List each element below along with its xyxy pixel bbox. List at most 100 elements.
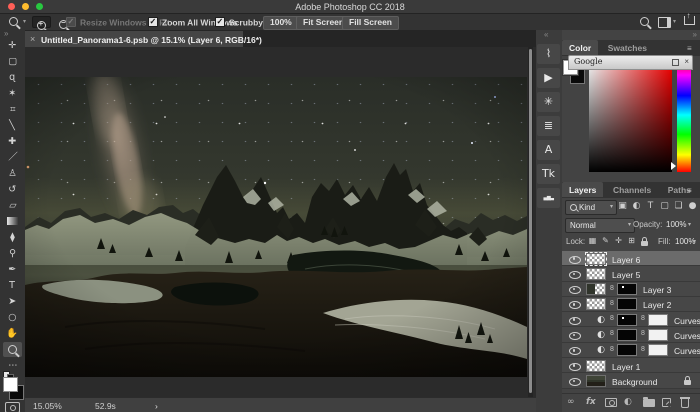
layer-mask-thumbnail[interactable]	[617, 283, 637, 295]
fill-screen-button[interactable]: Fill Screen	[342, 16, 399, 30]
lasso-tool-button[interactable]: ɋ	[3, 70, 22, 85]
layer-row[interactable]: 8 Layer 2	[562, 297, 700, 312]
layer-name[interactable]: Layer 3	[643, 285, 671, 295]
layer-mask-thumbnail[interactable]	[617, 298, 637, 310]
adjustment-layer-icon[interactable]: ◐	[596, 345, 606, 355]
tab-color[interactable]: Color	[562, 40, 598, 55]
eraser-tool-button[interactable]: ▱	[3, 198, 22, 213]
layer-mask-link-icon[interactable]: 8	[610, 315, 614, 322]
filter-adjustment-layers-icon[interactable]: ◐	[630, 200, 643, 213]
paragraph-panel-icon[interactable]: ≣	[537, 116, 560, 136]
filter-kind-select[interactable]: Kind▾	[565, 200, 617, 215]
layer-visibility-eye-icon[interactable]	[569, 301, 581, 309]
tab-layers[interactable]: Layers	[562, 182, 603, 197]
layer-row[interactable]: Layer 6	[562, 251, 700, 266]
lock-transparency-icon[interactable]: ▦	[587, 235, 598, 246]
layer-mask-link-icon[interactable]: 8	[641, 346, 645, 353]
layer-thumbnail[interactable]	[586, 253, 606, 265]
adjustment-layer-icon[interactable]: ◐	[624, 396, 632, 408]
zoom-100-button[interactable]: 100%	[263, 16, 299, 30]
layer-mask-thumbnail[interactable]	[617, 329, 637, 341]
tab-channels[interactable]: Channels	[606, 182, 658, 197]
layer-visibility-eye-icon[interactable]	[569, 347, 581, 355]
pen-tool-button[interactable]: ✒	[3, 262, 22, 277]
type-tool-button[interactable]: T	[3, 278, 22, 293]
floating-window[interactable]: Google ×	[568, 55, 693, 70]
layer-visibility-eye-icon[interactable]	[569, 378, 581, 386]
panel-collapse-chevron[interactable]: »	[693, 30, 697, 39]
canvas-image[interactable]	[25, 77, 527, 377]
zoom-tool-button[interactable]	[3, 342, 22, 357]
layer-thumbnail[interactable]	[586, 375, 606, 387]
layer-row[interactable]: ◐88Curves 2	[562, 327, 700, 342]
shape-tool-button[interactable]: ○	[3, 310, 22, 325]
filter-shape-layers-icon[interactable]: ▢	[658, 200, 671, 213]
layer-visibility-eye-icon[interactable]	[569, 286, 581, 294]
tab-swatches[interactable]: Swatches	[601, 40, 654, 55]
histogram-panel-icon[interactable]: ▄▆▃	[537, 188, 560, 208]
hand-tool-button[interactable]: ✋	[3, 326, 22, 341]
document-tab[interactable]: × Untitled_Panorama1-6.psb @ 15.1% (Laye…	[25, 31, 243, 47]
layer-row[interactable]: Background	[562, 373, 700, 388]
layer-thumbnail[interactable]	[586, 283, 606, 295]
actions-panel-icon[interactable]: ▶	[537, 68, 560, 88]
layer-mask-link-icon[interactable]: 8	[641, 315, 645, 322]
close-icon[interactable]: ×	[684, 57, 689, 66]
chevron-down-icon[interactable]: ▾	[673, 18, 676, 25]
layer-visibility-eye-icon[interactable]	[569, 256, 581, 264]
tab-close-icon[interactable]: ×	[30, 34, 35, 44]
filter-pixel-layers-icon[interactable]: ▣	[616, 200, 629, 213]
glyphs-panel-icon[interactable]: A	[537, 140, 560, 160]
layer-row[interactable]: Layer 5	[562, 266, 700, 281]
layer-thumbnail[interactable]	[586, 268, 606, 280]
adjustment-layer-icon[interactable]: ◐	[596, 330, 606, 340]
layer-mask-link-icon[interactable]: 8	[641, 330, 645, 337]
vertical-scrollbar[interactable]	[528, 47, 533, 397]
foreground-color-swatch[interactable]	[3, 377, 18, 392]
layer-mask-thumbnail[interactable]	[648, 344, 668, 356]
panel-menu-icon[interactable]: ≡	[687, 45, 696, 52]
layer-name[interactable]: Curves 1	[674, 346, 700, 356]
chevron-down-icon[interactable]: ▾	[688, 221, 691, 228]
toolbar-collapse-chevron[interactable]: »	[4, 29, 8, 38]
lock-pixels-icon[interactable]: ✎	[600, 235, 611, 246]
marquee-tool-button[interactable]: ▢	[3, 54, 22, 69]
crop-tool-button[interactable]: ⌗	[3, 102, 22, 117]
layer-name[interactable]: Layer 2	[643, 300, 671, 310]
link-layers-icon[interactable]: ∞	[567, 396, 575, 408]
zoom-tool-preset-icon[interactable]	[9, 17, 18, 26]
filter-smart-objects-icon[interactable]: ❏	[672, 200, 685, 213]
adjustment-layer-icon[interactable]: ◐	[596, 315, 606, 325]
layer-name[interactable]: Curves 2	[674, 331, 700, 341]
layer-thumbnail[interactable]	[586, 298, 606, 310]
hue-slider-pointer[interactable]	[671, 162, 676, 170]
dodge-tool-button[interactable]: ⚲	[3, 246, 22, 261]
adjustments-panel-icon[interactable]: ✳	[537, 92, 560, 112]
status-menu-chevron[interactable]: ›	[155, 401, 158, 411]
layer-name[interactable]: Layer 6	[612, 255, 640, 265]
new-group-icon[interactable]	[643, 399, 655, 407]
layer-style-fx-icon[interactable]: fx	[586, 396, 596, 408]
layer-visibility-eye-icon[interactable]	[569, 271, 581, 279]
maximize-icon[interactable]	[672, 59, 679, 66]
canvas-area[interactable]	[25, 47, 536, 397]
layer-name[interactable]: Layer 5	[612, 270, 640, 280]
quick-mask-button[interactable]	[5, 402, 20, 412]
workspace-icon[interactable]	[658, 17, 671, 28]
layer-row[interactable]: 8 Layer 3	[562, 282, 700, 297]
layer-mask-link-icon[interactable]: 8	[610, 300, 614, 307]
gradient-tool-button[interactable]	[3, 214, 22, 229]
eyedropper-tool-button[interactable]: ╲	[3, 118, 22, 133]
history-brush-tool-button[interactable]: ↺	[3, 182, 22, 197]
saturation-brightness-field[interactable]	[589, 58, 672, 172]
layer-name[interactable]: Layer 1	[612, 362, 640, 372]
layer-row[interactable]: Layer 1	[562, 358, 700, 373]
healing-brush-tool-button[interactable]: ✚	[3, 134, 22, 149]
scrollbar-thumb[interactable]	[529, 49, 532, 393]
blend-mode-select[interactable]: Normal▾	[565, 218, 635, 233]
lock-artboard-icon[interactable]: ⊞	[626, 235, 637, 246]
status-zoom-level[interactable]: 15.05%	[33, 401, 62, 411]
chevron-down-icon[interactable]: ▾	[693, 238, 696, 245]
layer-mask-thumbnail[interactable]	[648, 329, 668, 341]
layer-mask-link-icon[interactable]: 8	[610, 285, 614, 292]
